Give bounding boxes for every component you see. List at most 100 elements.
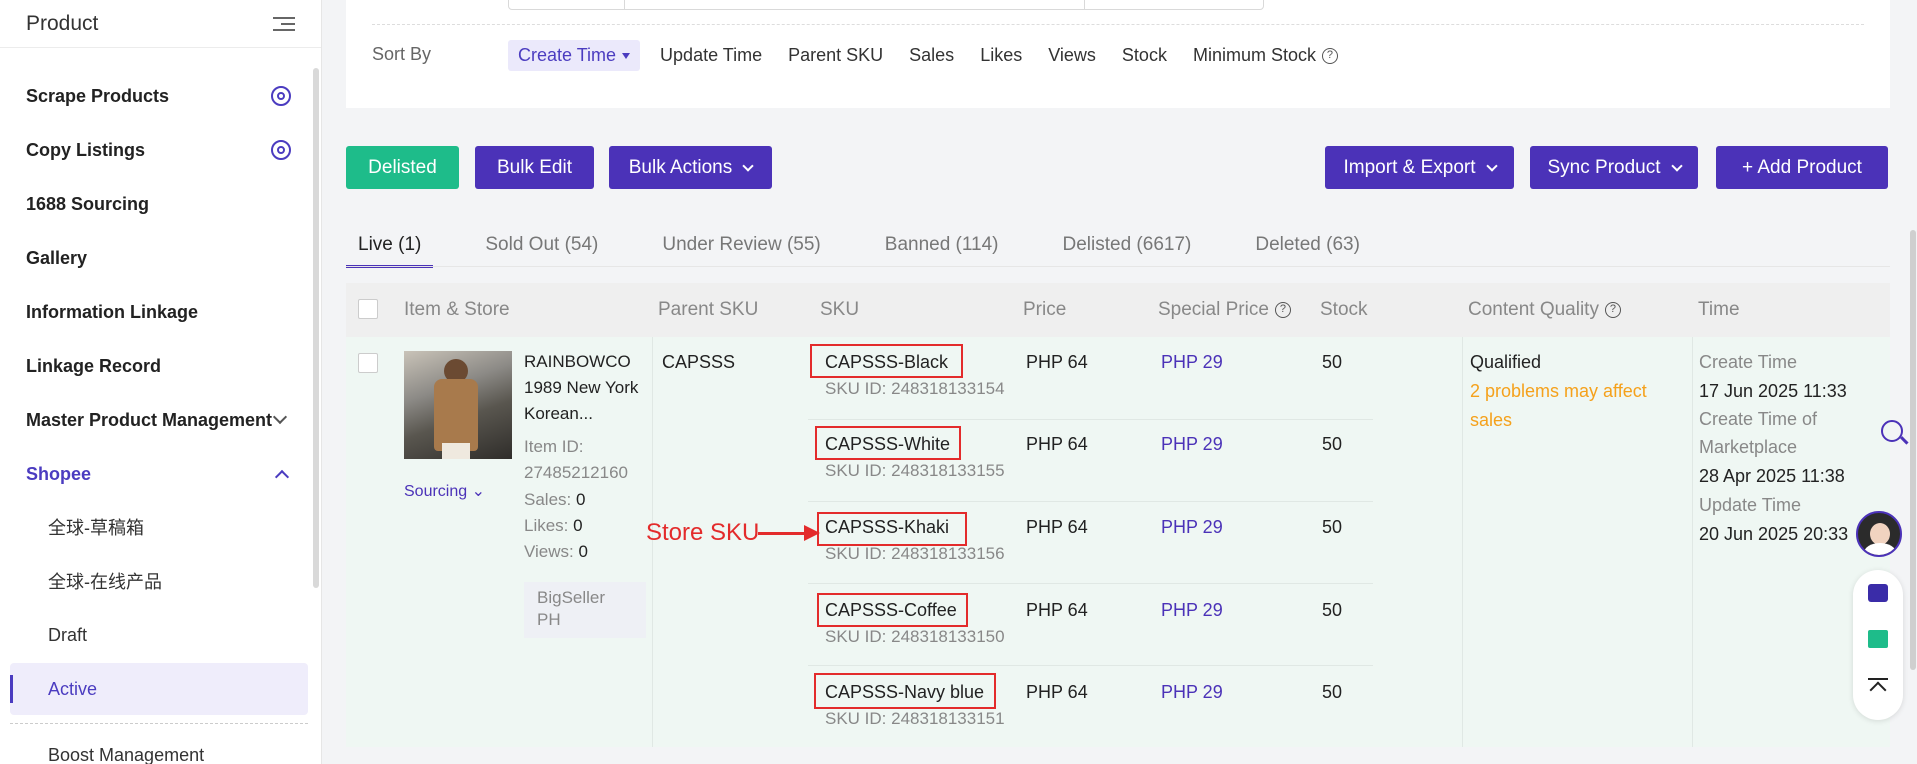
gear-icon[interactable] <box>271 140 291 160</box>
sort-option-likes[interactable]: Likes <box>980 45 1022 66</box>
sourcing-dropdown[interactable]: Sourcing ⌄ <box>404 481 485 501</box>
variant-sku-id: SKU ID: 248318133154 <box>825 379 1005 398</box>
import-export-button[interactable]: Import & Export <box>1325 146 1514 189</box>
sort-option-create-time[interactable]: Create Time <box>508 40 641 71</box>
search-icon[interactable] <box>1881 420 1903 442</box>
sidebar-item-gallery[interactable]: Gallery <box>26 238 291 278</box>
likes-count: Likes: 0 <box>524 516 583 536</box>
sidebar-item-master-product-management[interactable]: Master Product Management <box>26 400 289 440</box>
update-time-value: 20 Jun 2025 20:33 <box>1699 524 1849 544</box>
likes-value: 0 <box>573 516 583 535</box>
tab-live[interactable]: Live (1) <box>346 220 434 268</box>
back-to-top-icon[interactable] <box>1868 678 1888 696</box>
variant-stock[interactable]: 50 <box>1322 682 1342 703</box>
sort-option-minimum-stock[interactable]: Minimum Stock? <box>1193 45 1338 66</box>
variant-stock[interactable]: 50 <box>1322 517 1342 538</box>
sidebar-subitem-global-online[interactable]: 全球-在线产品 <box>48 561 162 601</box>
select-all-checkbox[interactable] <box>358 299 378 319</box>
column-header: Stock <box>1320 299 1368 320</box>
parent-sku: CAPSSS <box>662 352 736 372</box>
support-avatar[interactable] <box>1856 511 1902 557</box>
store-badge: BigSeller PH <box>524 582 646 638</box>
tab-banned[interactable]: Banned (114) <box>873 220 1011 268</box>
caret-down-icon <box>622 53 631 60</box>
sort-option-sales[interactable]: Sales <box>909 45 954 66</box>
page-scrollbar[interactable] <box>1910 230 1916 670</box>
sidebar-item-1688-sourcing[interactable]: 1688 Sourcing <box>26 184 291 224</box>
collapse-menu-icon[interactable] <box>273 15 295 33</box>
quality-warning-link[interactable]: 2 problems may affect <box>1470 381 1647 402</box>
sidebar-item-information-linkage[interactable]: Information Linkage <box>26 292 291 332</box>
sort-option-parent-sku[interactable]: Parent SKU <box>788 45 883 66</box>
tab-delisted[interactable]: Delisted (6617) <box>1051 220 1204 268</box>
variant-stock[interactable]: 50 <box>1322 352 1342 373</box>
sidebar-item-shopee[interactable]: Shopee <box>26 454 291 494</box>
sync-product-button[interactable]: Sync Product <box>1530 146 1698 189</box>
store-line: BigSeller <box>537 588 606 607</box>
sales-label: Sales: <box>524 490 572 509</box>
variant-price: PHP 64 <box>1026 600 1088 620</box>
gear-icon[interactable] <box>271 86 291 106</box>
variant-special-price[interactable]: PHP 29 <box>1161 517 1223 538</box>
variant-special-price[interactable]: PHP 29 <box>1161 434 1223 455</box>
book-icon[interactable] <box>1868 630 1888 648</box>
variant-special-price[interactable]: PHP 29 <box>1161 352 1223 373</box>
sidebar-scrollbar[interactable] <box>313 68 319 588</box>
sidebar-subitem-draft[interactable]: Draft <box>48 615 87 655</box>
create-time-label: Create Time <box>1699 352 1798 372</box>
sidebar-item-copy-listings[interactable]: Copy Listings <box>26 130 291 170</box>
button-label: Import & Export <box>1343 156 1476 178</box>
highlight-box <box>810 344 963 378</box>
add-product-button[interactable]: + Add Product <box>1716 146 1888 189</box>
create-time-value: 17 Jun 2025 11:33 <box>1699 381 1847 401</box>
variant-special-price[interactable]: PHP 29 <box>1161 600 1223 621</box>
sort-option-views[interactable]: Views <box>1048 45 1096 66</box>
sidebar-title: Product <box>26 11 99 35</box>
variant-stock[interactable]: 50 <box>1322 434 1342 455</box>
chevron-down-icon <box>1670 159 1683 172</box>
sidebar-divider <box>10 723 308 724</box>
sidebar-subitem-boost-management[interactable]: Boost Management <box>48 735 204 764</box>
column-header: Price <box>1023 299 1067 320</box>
sort-option-stock[interactable]: Stock <box>1122 45 1167 66</box>
sidebar-subitem-active[interactable]: Active <box>48 669 97 709</box>
market-time-label: Create Time of <box>1699 409 1818 429</box>
filter-inputs[interactable] <box>508 0 1264 10</box>
help-icon[interactable]: ? <box>1274 301 1291 318</box>
variant-sku-id: SKU ID: 248318133151 <box>825 709 1005 728</box>
store-sku-annotation: Store SKU <box>646 519 760 546</box>
row-checkbox[interactable] <box>358 353 378 373</box>
row-divider <box>808 583 1373 584</box>
delisted-button[interactable]: Delisted <box>346 146 459 189</box>
tab-sold-out[interactable]: Sold Out (54) <box>473 220 610 268</box>
sidebar-item-label: Information Linkage <box>26 301 199 322</box>
button-label: Delisted <box>368 156 437 178</box>
sidebar-item-linkage-record[interactable]: Linkage Record <box>26 346 291 386</box>
sort-option-update-time[interactable]: Update Time <box>660 45 762 66</box>
sidebar-item-label: Scrape Products <box>26 85 170 106</box>
chat-icon[interactable] <box>1868 584 1888 602</box>
filter-panel: Sort By Create Time Update Time Parent S… <box>346 0 1890 108</box>
column-header: Parent SKU <box>658 299 759 320</box>
product-thumbnail[interactable] <box>404 351 512 459</box>
column-header: Time <box>1698 299 1740 320</box>
sidebar-item-scrape-products[interactable]: Scrape Products <box>26 76 291 116</box>
product-name-line[interactable]: 1989 New York <box>524 378 638 398</box>
product-name-line[interactable]: Korean... <box>524 404 593 424</box>
bulk-actions-button[interactable]: Bulk Actions <box>609 146 772 189</box>
column-header-label: Special Price <box>1158 299 1269 320</box>
help-icon[interactable]: ? <box>1604 301 1621 318</box>
row-divider <box>808 501 1373 502</box>
bulk-edit-button[interactable]: Bulk Edit <box>475 146 594 189</box>
product-name-line[interactable]: RAINBOWCO <box>524 352 631 372</box>
variant-stock[interactable]: 50 <box>1322 600 1342 621</box>
sales-value: 0 <box>575 490 586 509</box>
variant-price: PHP 64 <box>1026 352 1088 372</box>
help-icon[interactable]: ? <box>1321 48 1338 65</box>
tab-under-review[interactable]: Under Review (55) <box>650 220 832 268</box>
variant-special-price[interactable]: PHP 29 <box>1161 682 1223 703</box>
tab-deleted[interactable]: Deleted (63) <box>1243 220 1372 268</box>
sidebar-item-label: 1688 Sourcing <box>26 193 150 214</box>
sidebar-subitem-global-draft[interactable]: 全球-草稿箱 <box>48 507 144 547</box>
quality-warning-link[interactable]: sales <box>1470 410 1512 431</box>
